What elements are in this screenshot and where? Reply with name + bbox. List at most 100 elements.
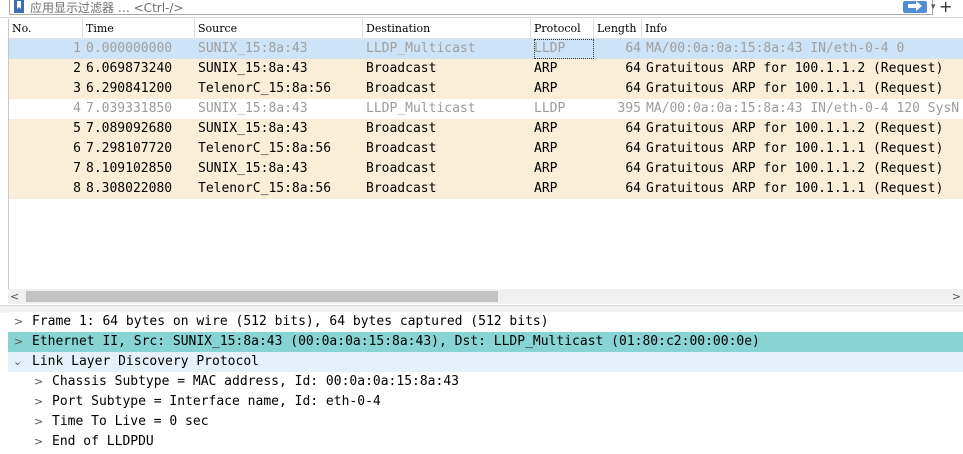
packet-no: 5	[73, 121, 81, 136]
packet-length: 64	[625, 181, 641, 196]
tree-node-label: End of LLDPDU	[52, 434, 154, 449]
display-filter-toolbar: 应用显示过滤器 … <Ctrl-/> ▾ +	[0, 0, 963, 18]
packet-destination: Broadcast	[366, 61, 437, 76]
packet-no: 1	[73, 41, 81, 56]
chevron-right-icon[interactable]: >	[34, 372, 43, 392]
packet-protocol: ARP	[534, 61, 558, 76]
packet-destination: LLDP_Multicast	[366, 41, 476, 56]
display-filter-input[interactable]: 应用显示过滤器 … <Ctrl-/> ▾	[9, 0, 936, 15]
packet-time: 8.109102850	[86, 161, 173, 176]
packet-time: 6.290841200	[86, 81, 173, 96]
packet-length: 64	[625, 61, 641, 76]
packet-info: Gratuitous ARP for 100.1.1.2 (Request)	[646, 161, 944, 176]
chevron-right-icon[interactable]: >	[14, 312, 23, 332]
packet-source: SUNIX_15:8a:43	[198, 161, 308, 176]
packet-no: 3	[73, 81, 81, 96]
packet-no: 8	[73, 181, 81, 196]
packet-length: 64	[625, 41, 641, 56]
packet-protocol: LLDP	[534, 39, 594, 59]
tree-node-end[interactable]: > End of LLDPDU	[8, 432, 963, 452]
packet-info: MA/00:0a:0a:15:8a:43 IN/eth-0-4 120 SysN	[646, 101, 960, 116]
packet-row[interactable]: 7 8.109102850 SUNIX_15:8a:43 Broadcast A…	[9, 159, 963, 179]
packet-list-header: No. Time Source Destination Protocol Len…	[9, 19, 963, 39]
chevron-right-icon[interactable]: >	[34, 392, 43, 412]
chevron-right-icon[interactable]: >	[14, 332, 23, 352]
packet-source: SUNIX_15:8a:43	[198, 61, 308, 76]
column-header-source[interactable]: Source	[195, 19, 363, 38]
apply-filter-button[interactable]	[903, 1, 927, 13]
packet-source: TelenorC_15:8a:56	[198, 81, 332, 96]
packet-row[interactable]: 1 0.000000000 SUNIX_15:8a:43 LLDP_Multic…	[9, 39, 963, 59]
packet-details-tree[interactable]: > Frame 1: 64 bytes on wire (512 bits), …	[8, 312, 963, 454]
column-header-time[interactable]: Time	[83, 19, 195, 38]
packet-no: 6	[73, 141, 81, 156]
column-header-protocol[interactable]: Protocol	[531, 19, 594, 38]
packet-info: Gratuitous ARP for 100.1.1.2 (Request)	[646, 61, 944, 76]
packet-time: 0.000000000	[86, 41, 173, 56]
tree-node-label: Frame 1: 64 bytes on wire (512 bits), 64…	[32, 314, 549, 329]
column-header-length[interactable]: Length	[594, 19, 642, 38]
packet-row[interactable]: 3 6.290841200 TelenorC_15:8a:56 Broadcas…	[9, 79, 963, 99]
packet-time: 7.298107720	[86, 141, 173, 156]
bookmark-icon[interactable]	[14, 0, 24, 13]
packet-source: TelenorC_15:8a:56	[198, 141, 332, 156]
packet-length: 64	[625, 81, 641, 96]
column-header-no[interactable]: No.	[9, 19, 83, 38]
packet-length: 395	[617, 101, 641, 116]
packet-source: TelenorC_15:8a:56	[198, 181, 332, 196]
packet-source: SUNIX_15:8a:43	[198, 41, 308, 56]
packet-protocol: ARP	[534, 141, 558, 156]
packet-length: 64	[625, 161, 641, 176]
packet-row[interactable]: 2 6.069873240 SUNIX_15:8a:43 Broadcast A…	[9, 59, 963, 79]
packet-destination: Broadcast	[366, 81, 437, 96]
packet-rows: 1 0.000000000 SUNIX_15:8a:43 LLDP_Multic…	[9, 39, 963, 199]
column-header-info[interactable]: Info	[642, 19, 963, 38]
chevron-right-icon[interactable]: >	[34, 412, 43, 432]
packet-protocol: ARP	[534, 81, 558, 96]
tree-node-lldp[interactable]: ⌄ Link Layer Discovery Protocol	[8, 352, 963, 372]
tree-node-frame[interactable]: > Frame 1: 64 bytes on wire (512 bits), …	[8, 312, 963, 332]
scrollbar-thumb[interactable]	[26, 291, 498, 302]
packet-time: 7.039331850	[86, 101, 173, 116]
add-filter-button[interactable]: +	[939, 0, 952, 16]
packet-row[interactable]: 4 7.039331850 SUNIX_15:8a:43 LLDP_Multic…	[9, 99, 963, 119]
packet-destination: Broadcast	[366, 161, 437, 176]
packet-protocol: LLDP	[534, 101, 566, 116]
packet-length: 64	[625, 121, 641, 136]
filter-placeholder: 应用显示过滤器 … <Ctrl-/>	[30, 1, 184, 15]
packet-destination: Broadcast	[366, 141, 437, 156]
packet-info: Gratuitous ARP for 100.1.1.1 (Request)	[646, 181, 944, 196]
packet-info: Gratuitous ARP for 100.1.1.1 (Request)	[646, 81, 944, 96]
packet-row[interactable]: 6 7.298107720 TelenorC_15:8a:56 Broadcas…	[9, 139, 963, 159]
packet-length: 64	[625, 141, 641, 156]
tree-node-label: Time To Live = 0 sec	[52, 414, 209, 429]
packet-no: 7	[73, 161, 81, 176]
packet-source: SUNIX_15:8a:43	[198, 101, 308, 116]
packet-destination: Broadcast	[366, 121, 437, 136]
horizontal-scrollbar[interactable]: < >	[8, 289, 963, 304]
packet-destination: LLDP_Multicast	[366, 101, 476, 116]
scroll-right-icon[interactable]: >	[952, 289, 961, 304]
tree-node-label: Link Layer Discovery Protocol	[32, 354, 259, 369]
packet-time: 8.308022080	[86, 181, 173, 196]
scroll-left-icon[interactable]: <	[10, 289, 19, 304]
packet-time: 7.089092680	[86, 121, 173, 136]
packet-no: 2	[73, 61, 81, 76]
tree-node-ttl[interactable]: > Time To Live = 0 sec	[8, 412, 963, 432]
packet-protocol: ARP	[534, 121, 558, 136]
packet-row[interactable]: 5 7.089092680 SUNIX_15:8a:43 Broadcast A…	[9, 119, 963, 139]
column-header-destination[interactable]: Destination	[363, 19, 531, 38]
arrow-right-icon	[908, 1, 922, 11]
packet-time: 6.069873240	[86, 61, 173, 76]
packet-destination: Broadcast	[366, 181, 437, 196]
tree-node-chassis[interactable]: > Chassis Subtype = MAC address, Id: 00:…	[8, 372, 963, 392]
tree-node-ethernet[interactable]: > Ethernet II, Src: SUNIX_15:8a:43 (00:0…	[8, 332, 963, 352]
chevron-down-icon[interactable]: ⌄	[13, 352, 22, 372]
packet-list[interactable]: No. Time Source Destination Protocol Len…	[8, 19, 963, 304]
packet-row[interactable]: 8 8.308022080 TelenorC_15:8a:56 Broadcas…	[9, 179, 963, 199]
tree-node-label: Chassis Subtype = MAC address, Id: 00:0a…	[52, 374, 459, 389]
tree-node-port[interactable]: > Port Subtype = Interface name, Id: eth…	[8, 392, 963, 412]
chevron-right-icon[interactable]: >	[34, 432, 43, 452]
packet-protocol: ARP	[534, 181, 558, 196]
tree-node-label: Ethernet II, Src: SUNIX_15:8a:43 (00:0a:…	[32, 334, 760, 349]
